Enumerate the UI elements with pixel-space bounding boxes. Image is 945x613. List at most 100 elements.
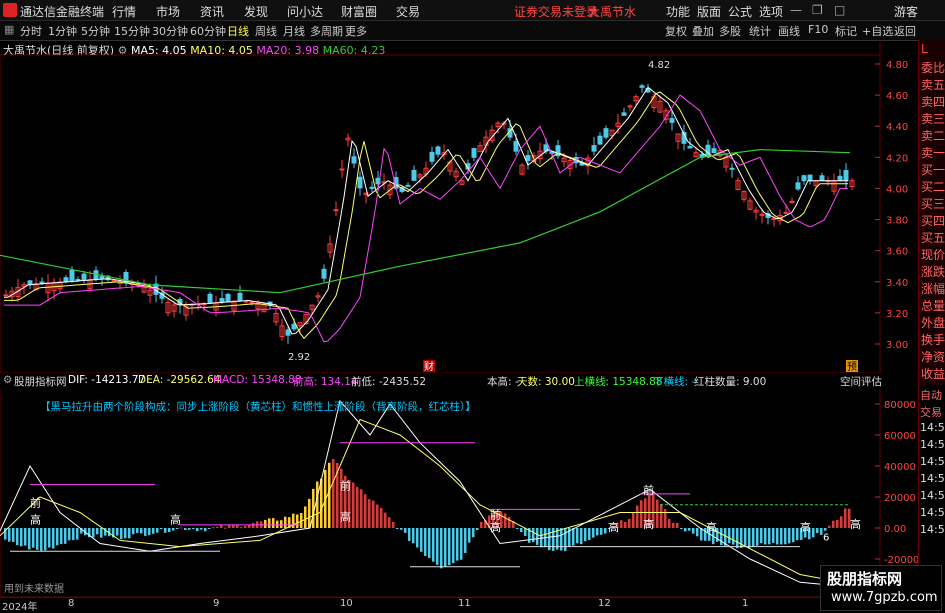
macd-bar (456, 528, 459, 561)
macd-bar (212, 527, 215, 529)
period-fenshi[interactable]: 分时 (20, 23, 42, 39)
trade-sidebar-item[interactable]: 14:56 (920, 506, 945, 519)
chart-canvas[interactable]: 4.80 4.60 4.40 4.20 4.00 3.80 3.60 3.40 3.20 3.00… (0, 40, 918, 597)
sidebar-item[interactable]: 买二 (921, 178, 945, 195)
candle-body (435, 146, 441, 155)
sidebar-item[interactable]: L (921, 42, 928, 56)
tool-diejia[interactable]: 叠加 (692, 23, 714, 39)
tool-f10[interactable]: F10 (808, 23, 828, 36)
sidebar-item[interactable]: 卖四 (921, 93, 945, 110)
tool-duogu[interactable]: 多股 (719, 23, 741, 39)
period-30min[interactable]: 30分钟 (152, 23, 188, 39)
price-tick-label: 4.20 (886, 153, 908, 164)
sidebar-item[interactable]: 涨幅 (921, 280, 945, 297)
menu-gongneng[interactable]: 功能 (666, 3, 690, 20)
candle-body (669, 118, 675, 123)
menu-caifuquan[interactable]: 财富圈 (341, 3, 377, 20)
macd-bar (216, 526, 219, 528)
menu-banmian[interactable]: 版面 (697, 3, 721, 20)
macd-bar (420, 528, 423, 552)
login-status[interactable]: 证券交易未登录 (514, 3, 598, 20)
menu-zixun[interactable]: 资讯 (200, 3, 224, 20)
restore-icon[interactable]: ❐ (812, 3, 823, 17)
macd-bar (592, 528, 595, 538)
qiangao-value: 前高: 134.14 (293, 376, 358, 388)
menu-shichang[interactable]: 市场 (156, 3, 180, 20)
period-daily[interactable]: 日线 (227, 23, 249, 39)
menu-gongshi[interactable]: 公式 (728, 3, 752, 20)
candle-body (843, 170, 849, 182)
macd-bar (72, 528, 75, 541)
sidebar-item[interactable]: 换手 (921, 331, 945, 348)
minimize-icon[interactable]: — (790, 3, 802, 17)
grid-icon[interactable]: ▦ (4, 23, 14, 36)
tool-huaxian[interactable]: 画线 (778, 23, 800, 39)
trade-sidebar-item[interactable]: 14:56 (920, 472, 945, 485)
trade-sidebar-item[interactable]: 自动 (920, 387, 942, 403)
indicator-status-line: ⚙ 股朋指标网 DIF: -14213.77 DEA: -29562.64 MA… (0, 373, 918, 389)
sidebar-item[interactable]: 买五 (921, 229, 945, 246)
sidebar-item[interactable]: 涨跌 (921, 263, 945, 280)
tool-fanhui[interactable]: 返回 (894, 23, 916, 39)
macd-bar (308, 498, 311, 528)
macd-bar (188, 528, 191, 530)
settings-icon-2[interactable]: ⚙ (3, 374, 12, 386)
signal-label: 高 (170, 512, 181, 526)
sidebar-item[interactable]: 净资 (921, 348, 945, 365)
macd-bar (436, 528, 439, 565)
sidebar-item[interactable]: 卖三 (921, 110, 945, 127)
candle-body (621, 112, 627, 116)
time-label-10: 10 (340, 598, 353, 609)
trade-sidebar-item[interactable]: 14:56 (920, 455, 945, 468)
period-multi[interactable]: 多周期 (310, 23, 343, 39)
cai-badge-label: 财 (424, 360, 434, 373)
sidebar-item[interactable]: 委比 (921, 59, 945, 76)
period-1min[interactable]: 1分钟 (48, 23, 77, 39)
menu-hangqing[interactable]: 行情 (112, 3, 136, 20)
maximize-icon[interactable]: □ (834, 3, 845, 17)
menu-faxian[interactable]: 发现 (244, 3, 268, 20)
signal-label: 前 (340, 478, 351, 492)
trade-sidebar-item[interactable]: 14:56 (920, 438, 945, 451)
macd-bar (412, 528, 415, 544)
period-monthly[interactable]: 月线 (283, 23, 305, 39)
menu-jiaoyi[interactable]: 交易 (396, 3, 420, 20)
sidebar-item[interactable]: 卖二 (921, 127, 945, 144)
menu-wenxiaoda[interactable]: 问小达 (287, 3, 323, 20)
sidebar-item[interactable]: 总量 (921, 297, 945, 314)
sidebar-item[interactable]: 卖一 (921, 144, 945, 161)
menu-xuanxiang[interactable]: 选项 (759, 3, 783, 20)
trade-sidebar-item[interactable]: 交易 (920, 404, 942, 420)
sidebar-item[interactable]: 现价 (921, 246, 945, 263)
sidebar-item[interactable]: 收益 (921, 365, 945, 382)
ma10-line (4, 91, 848, 340)
macd-bar (168, 528, 171, 533)
macd-bar (784, 528, 787, 545)
sidebar-item[interactable]: 卖五 (921, 76, 945, 93)
macd-bar (392, 521, 395, 528)
macd-bar (12, 528, 15, 542)
sidebar-item[interactable]: 买三 (921, 195, 945, 212)
sidebar-item[interactable]: 买四 (921, 212, 945, 229)
sidebar-item[interactable]: 买一 (921, 161, 945, 178)
tool-biaoji[interactable]: 标记 (835, 23, 857, 39)
tool-tongji[interactable]: 统计 (749, 23, 771, 39)
period-weekly[interactable]: 周线 (255, 23, 277, 39)
trade-sidebar-item[interactable]: 14:56 (920, 489, 945, 502)
candle-body (207, 293, 213, 304)
sidebar-item[interactable]: 外盘 (921, 314, 945, 331)
tool-zixuan[interactable]: +自选 (862, 23, 893, 39)
period-60min[interactable]: 60分钟 (190, 23, 226, 39)
trade-sidebar-item[interactable]: 14:56 (920, 523, 945, 536)
macd-bar (584, 528, 587, 542)
trade-sidebar-item[interactable]: 14:56 (920, 421, 945, 434)
macd-bar (28, 528, 31, 550)
macd-bar (596, 528, 599, 536)
period-more[interactable]: 更多 (345, 23, 367, 39)
guest-label[interactable]: 游客 (894, 3, 918, 20)
candle-body (597, 135, 603, 145)
indicator-name[interactable]: 股朋指标网 (14, 374, 67, 389)
period-15min[interactable]: 15分钟 (114, 23, 150, 39)
tool-fuquan[interactable]: 复权 (665, 23, 687, 39)
period-5min[interactable]: 5分钟 (81, 23, 110, 39)
